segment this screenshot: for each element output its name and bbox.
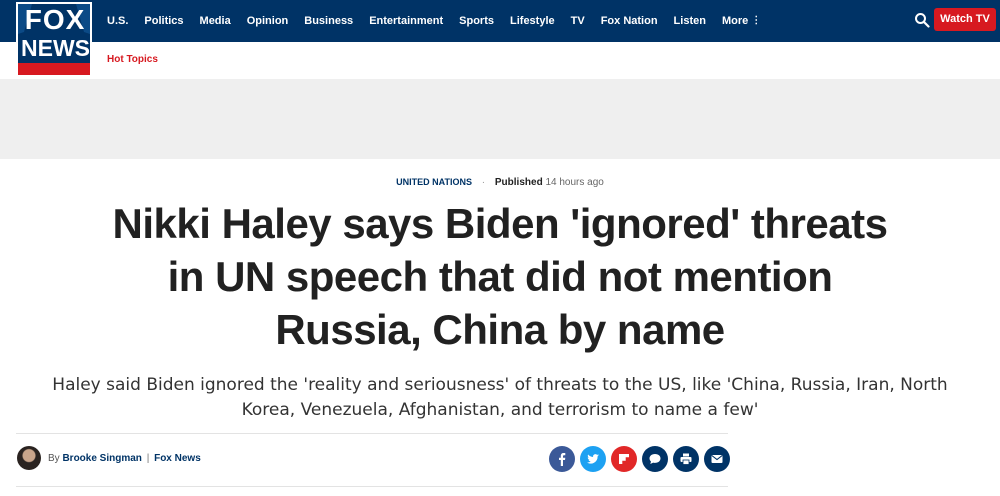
search-icon[interactable] (914, 12, 930, 28)
logo-background: FOX NEWS (18, 4, 90, 75)
divider-bottom (16, 486, 728, 487)
article-headline: Nikki Haley says Biden 'ignored' threats… (112, 200, 888, 353)
print-icon[interactable] (673, 446, 699, 472)
byline: By Brooke Singman | Fox News (48, 453, 201, 464)
twitter-share-icon[interactable] (580, 446, 606, 472)
published-label: Published (494, 177, 543, 188)
article-subheadline: Haley said Biden ignored the 'reality an… (52, 375, 948, 420)
kebab-icon: ⋮ (751, 15, 762, 26)
author-link[interactable]: Brooke Singman (62, 453, 141, 464)
share-buttons (549, 446, 735, 472)
nav-item-fox-nation[interactable]: Fox Nation (601, 15, 658, 27)
flipboard-share-icon[interactable] (611, 446, 637, 472)
email-icon[interactable] (704, 446, 730, 472)
nav-item-opinion[interactable]: Opinion (247, 15, 289, 27)
article-meta: UNITED NATIONS · Published 14 hours ago (0, 177, 1000, 188)
nav-item-listen[interactable]: Listen (674, 15, 706, 27)
main-nav: U.S. Politics Media Opinion Business Ent… (107, 0, 777, 42)
source-name: Fox News (154, 453, 201, 464)
logo-fox-text: FOX (24, 4, 86, 35)
divider-top (16, 433, 728, 434)
hot-topics-link[interactable]: Hot Topics (107, 54, 158, 65)
nav-item-entertainment[interactable]: Entertainment (369, 15, 443, 27)
nav-item-lifestyle[interactable]: Lifestyle (510, 15, 555, 27)
published-time: 14 hours ago (545, 177, 604, 188)
comments-icon[interactable] (642, 446, 668, 472)
author-avatar[interactable] (17, 446, 41, 470)
nav-item-us[interactable]: U.S. (107, 15, 128, 27)
nav-item-business[interactable]: Business (304, 15, 353, 27)
meta-separator: · (481, 177, 486, 188)
logo-red-stripe (18, 63, 90, 75)
facebook-share-icon[interactable] (549, 446, 575, 472)
nav-item-media[interactable]: Media (200, 15, 231, 27)
ad-placeholder (0, 79, 1000, 159)
nav-more-label: More (721, 15, 749, 27)
nav-more-button[interactable]: More ⋮ (722, 15, 761, 27)
watch-tv-button[interactable]: Watch TV (934, 8, 996, 31)
top-navigation-bar: U.S. Politics Media Opinion Business Ent… (0, 0, 1000, 42)
nav-item-politics[interactable]: Politics (144, 15, 183, 27)
fox-news-logo[interactable]: FOX NEWS (16, 2, 92, 77)
sub-navigation: Hot Topics (0, 42, 1000, 78)
nav-item-tv[interactable]: TV (571, 15, 585, 27)
category-link[interactable]: UNITED NATIONS (396, 177, 472, 187)
nav-item-sports[interactable]: Sports (459, 15, 494, 27)
byline-separator: | (146, 453, 150, 464)
logo-news-text: NEWS (21, 35, 90, 61)
byline-prefix: By (48, 453, 60, 464)
